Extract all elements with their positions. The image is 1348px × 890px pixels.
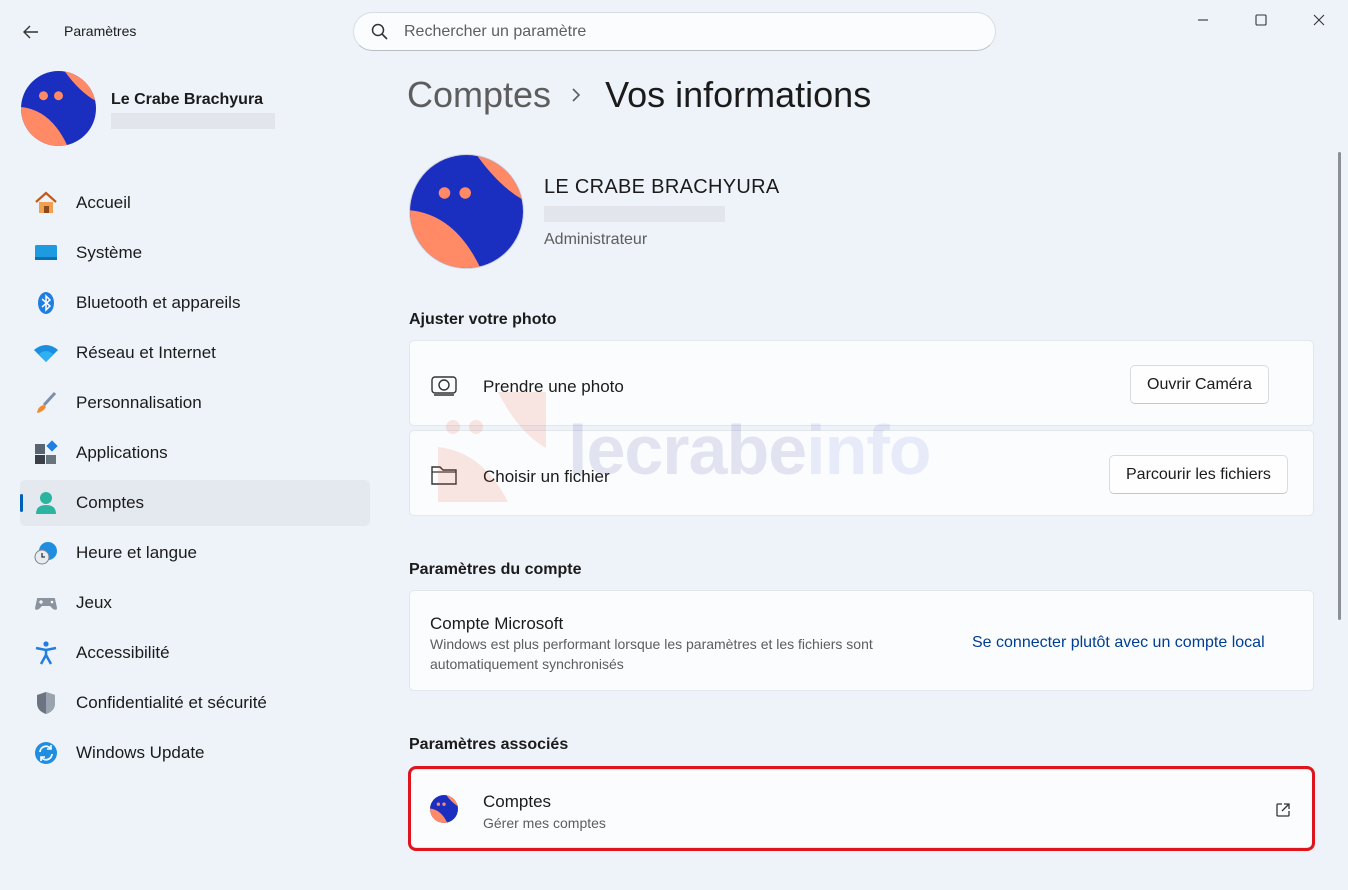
sidebar-nav: Accueil Système Bluetooth et appareils R… <box>20 180 370 780</box>
section-title-account: Paramètres du compte <box>409 561 582 578</box>
breadcrumb: Comptes Vos informations <box>407 74 871 116</box>
sidebar-item-label: Applications <box>76 443 168 462</box>
sidebar-item-windows-update[interactable]: Windows Update <box>20 730 370 776</box>
sidebar-item-applications[interactable]: Applications <box>20 430 370 476</box>
gamepad-icon <box>33 590 59 616</box>
minimize-button[interactable] <box>1174 0 1232 40</box>
sidebar-item-heure-langue[interactable]: Heure et langue <box>20 530 370 576</box>
sidebar-item-personnalisation[interactable]: Personnalisation <box>20 380 370 426</box>
user-email-redacted <box>544 206 725 222</box>
user-display-name: LE CRABE BRACHYURA <box>544 176 780 198</box>
sidebar-item-bluetooth[interactable]: Bluetooth et appareils <box>20 280 370 326</box>
sidebar-item-confidentialite[interactable]: Confidentialité et sécurité <box>20 680 370 726</box>
accessibility-icon <box>33 640 59 666</box>
user-role: Administrateur <box>544 231 648 248</box>
sidebar-item-label: Jeux <box>76 593 112 612</box>
scrollbar[interactable] <box>1338 152 1341 620</box>
close-icon <box>1313 14 1325 26</box>
profile-avatar[interactable] <box>21 71 96 146</box>
folder-icon <box>430 461 458 489</box>
sidebar-item-label: Windows Update <box>76 743 205 762</box>
sidebar-item-jeux[interactable]: Jeux <box>20 580 370 626</box>
sidebar-item-label: Bluetooth et appareils <box>76 293 241 312</box>
home-icon <box>33 190 59 216</box>
browse-files-button[interactable]: Parcourir les fichiers <box>1109 455 1288 494</box>
section-title-related: Paramètres associés <box>409 736 569 753</box>
take-photo-label: Prendre une photo <box>483 377 624 396</box>
profile-email-redacted <box>111 113 275 129</box>
close-button[interactable] <box>1290 0 1348 40</box>
microsoft-account-description: Windows est plus performant lorsque les … <box>430 636 873 672</box>
local-account-link[interactable]: Se connecter plutôt avec un compte local <box>972 634 1265 652</box>
sidebar-item-comptes[interactable]: Comptes <box>20 480 370 526</box>
maximize-icon <box>1255 14 1267 26</box>
sidebar-item-accessibilite[interactable]: Accessibilité <box>20 630 370 676</box>
choose-file-label: Choisir un fichier <box>483 467 610 486</box>
shield-icon <box>33 690 59 716</box>
sidebar-item-label: Réseau et Internet <box>76 343 216 362</box>
breadcrumb-parent[interactable]: Comptes <box>407 74 551 116</box>
take-photo-card: Prendre une photo Ouvrir Caméra <box>409 340 1314 426</box>
bluetooth-icon <box>33 290 59 316</box>
choose-file-card: Choisir un fichier Parcourir les fichier… <box>409 430 1314 516</box>
open-camera-button[interactable]: Ouvrir Caméra <box>1130 365 1269 404</box>
maximize-button[interactable] <box>1232 0 1290 40</box>
user-avatar <box>409 154 524 269</box>
microsoft-account-label: Compte Microsoft <box>430 614 564 633</box>
apps-icon <box>33 440 59 466</box>
back-button[interactable] <box>16 18 46 46</box>
clock-globe-icon <box>33 540 59 566</box>
search-icon <box>370 23 388 41</box>
search-input[interactable] <box>404 22 964 41</box>
sidebar-item-label: Heure et langue <box>76 543 197 562</box>
highlight-box <box>408 766 1315 851</box>
update-icon <box>33 740 59 766</box>
minimize-icon <box>1198 19 1208 21</box>
sidebar-item-accueil[interactable]: Accueil <box>20 180 370 226</box>
section-title-photo: Ajuster votre photo <box>409 311 557 328</box>
profile-name: Le Crabe Brachyura <box>111 91 264 108</box>
back-arrow-icon <box>23 25 38 39</box>
page-title: Vos informations <box>605 74 872 115</box>
sidebar-item-label: Confidentialité et sécurité <box>76 693 267 712</box>
chevron-right-icon <box>571 85 585 105</box>
sidebar-item-label: Accessibilité <box>76 643 170 662</box>
sidebar-item-label: Comptes <box>76 493 145 512</box>
monitor-icon <box>33 240 59 266</box>
app-title: Paramètres <box>64 23 137 39</box>
sidebar-item-label: Accueil <box>76 193 131 212</box>
sidebar-item-label: Système <box>76 243 143 262</box>
search-box[interactable] <box>353 12 996 51</box>
wifi-icon <box>33 340 59 366</box>
camera-icon <box>430 371 458 399</box>
person-icon <box>33 490 59 516</box>
microsoft-account-card: Compte Microsoft Windows est plus perfor… <box>409 590 1314 691</box>
title-bar: Paramètres <box>0 0 1348 62</box>
sidebar-item-systeme[interactable]: Système <box>20 230 370 276</box>
sidebar-item-label: Personnalisation <box>76 393 202 412</box>
brush-icon <box>33 390 59 416</box>
sidebar-item-reseau[interactable]: Réseau et Internet <box>20 330 370 376</box>
